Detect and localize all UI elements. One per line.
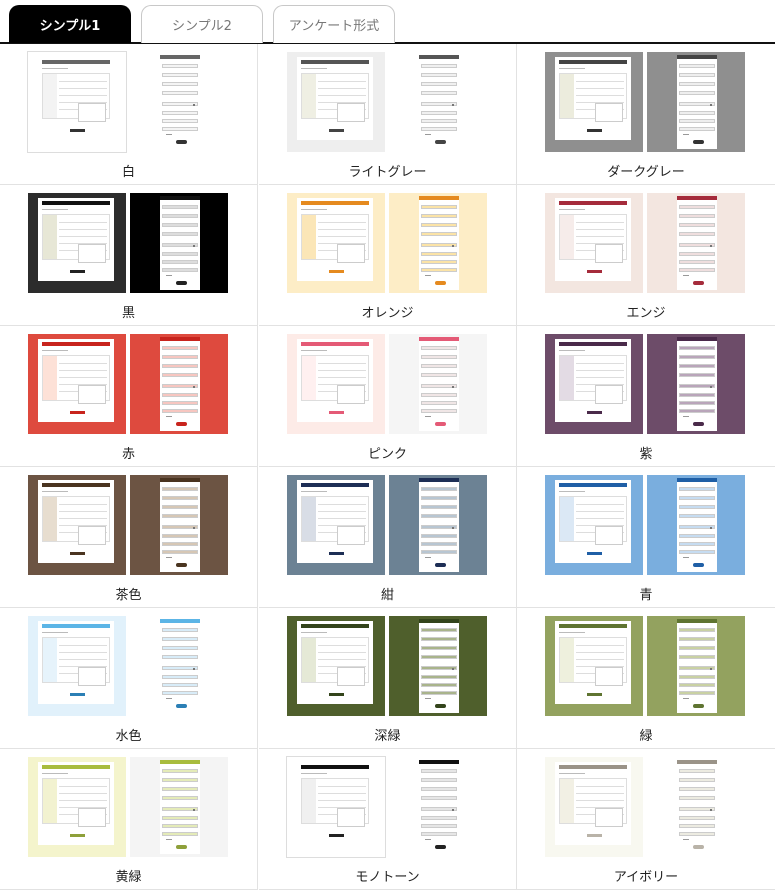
pc-preview-thumbnail	[545, 193, 643, 293]
pc-preview-thumbnail	[545, 475, 643, 575]
pc-preview-thumbnail	[28, 616, 126, 716]
pc-preview-thumbnail	[545, 52, 643, 152]
smartphone-preview-thumbnail	[389, 334, 487, 434]
pc-preview-thumbnail	[287, 52, 385, 152]
pc-preview-thumbnail	[545, 616, 643, 716]
smartphone-preview-thumbnail	[389, 616, 487, 716]
pc-preview-thumbnail	[286, 756, 386, 858]
theme-label: 深緑	[374, 729, 401, 744]
theme-label: 紺	[380, 588, 394, 603]
theme-option[interactable]: ダークグレー	[517, 44, 775, 185]
theme-label: オレンジ	[361, 306, 414, 321]
smartphone-preview-thumbnail	[647, 334, 745, 434]
smartphone-preview-thumbnail	[389, 757, 487, 857]
smartphone-preview-thumbnail	[647, 193, 745, 293]
theme-option[interactable]: ピンク	[259, 326, 517, 467]
smartphone-preview-thumbnail	[130, 757, 228, 857]
smartphone-preview-thumbnail	[130, 193, 228, 293]
tab-simple1[interactable]: シンプル1	[9, 5, 131, 43]
smartphone-preview-thumbnail	[647, 757, 745, 857]
theme-label: ピンク	[367, 447, 407, 462]
theme-label: 赤	[121, 447, 135, 462]
theme-option[interactable]: モノトーン	[259, 749, 517, 890]
theme-option[interactable]: 深緑	[259, 608, 517, 749]
theme-label: モノトーン	[355, 870, 420, 885]
theme-label: 黄緑	[115, 870, 142, 885]
pc-preview-thumbnail	[28, 193, 126, 293]
theme-label: 水色	[115, 729, 142, 744]
theme-option[interactable]: 黒	[0, 185, 258, 326]
theme-option[interactable]: ライトグレー	[259, 44, 517, 185]
theme-label: エンジ	[626, 306, 666, 321]
tab-survey[interactable]: アンケート形式	[273, 5, 395, 43]
pc-preview-thumbnail	[287, 193, 385, 293]
pc-preview-thumbnail	[287, 616, 385, 716]
theme-option[interactable]: 黄緑	[0, 749, 258, 890]
smartphone-preview-thumbnail	[389, 193, 487, 293]
tab-bar: シンプル1 シンプル2 アンケート形式	[0, 0, 775, 44]
pc-preview-thumbnail	[545, 334, 643, 434]
pc-preview-thumbnail	[28, 475, 126, 575]
pc-preview-thumbnail	[27, 51, 127, 153]
theme-label: 茶色	[115, 588, 142, 603]
theme-option[interactable]: 緑	[517, 608, 775, 749]
pc-preview-thumbnail	[287, 334, 385, 434]
pc-preview-thumbnail	[28, 334, 126, 434]
theme-label: 紫	[639, 447, 653, 462]
theme-label: 青	[639, 588, 653, 603]
theme-option[interactable]: 紺	[259, 467, 517, 608]
smartphone-preview-thumbnail	[389, 52, 487, 152]
smartphone-preview-thumbnail	[647, 616, 745, 716]
pc-preview-thumbnail	[287, 475, 385, 575]
theme-option[interactable]: 赤	[0, 326, 258, 467]
smartphone-preview-thumbnail	[130, 616, 228, 716]
theme-option[interactable]: 水色	[0, 608, 258, 749]
smartphone-preview-thumbnail	[647, 52, 745, 152]
theme-option[interactable]: 紫	[517, 326, 775, 467]
smartphone-preview-thumbnail	[647, 475, 745, 575]
theme-option[interactable]: 青	[517, 467, 775, 608]
theme-label: 白	[121, 165, 135, 180]
theme-option[interactable]: 白	[0, 44, 258, 185]
smartphone-preview-thumbnail	[130, 334, 228, 434]
smartphone-preview-thumbnail	[130, 475, 228, 575]
theme-option[interactable]: オレンジ	[259, 185, 517, 326]
theme-option[interactable]: 茶色	[0, 467, 258, 608]
pc-preview-thumbnail	[545, 757, 643, 857]
theme-label: ライトグレー	[348, 165, 427, 180]
smartphone-preview-thumbnail	[130, 52, 228, 152]
pc-preview-thumbnail	[28, 757, 126, 857]
theme-label: ダークグレー	[607, 165, 685, 180]
theme-label: 黒	[121, 306, 135, 321]
theme-label: アイボリー	[613, 870, 679, 885]
theme-option[interactable]: アイボリー	[517, 749, 775, 890]
theme-label: 緑	[639, 729, 653, 744]
tab-simple2[interactable]: シンプル2	[141, 5, 263, 43]
theme-option[interactable]: エンジ	[517, 185, 775, 326]
smartphone-preview-thumbnail	[389, 475, 487, 575]
